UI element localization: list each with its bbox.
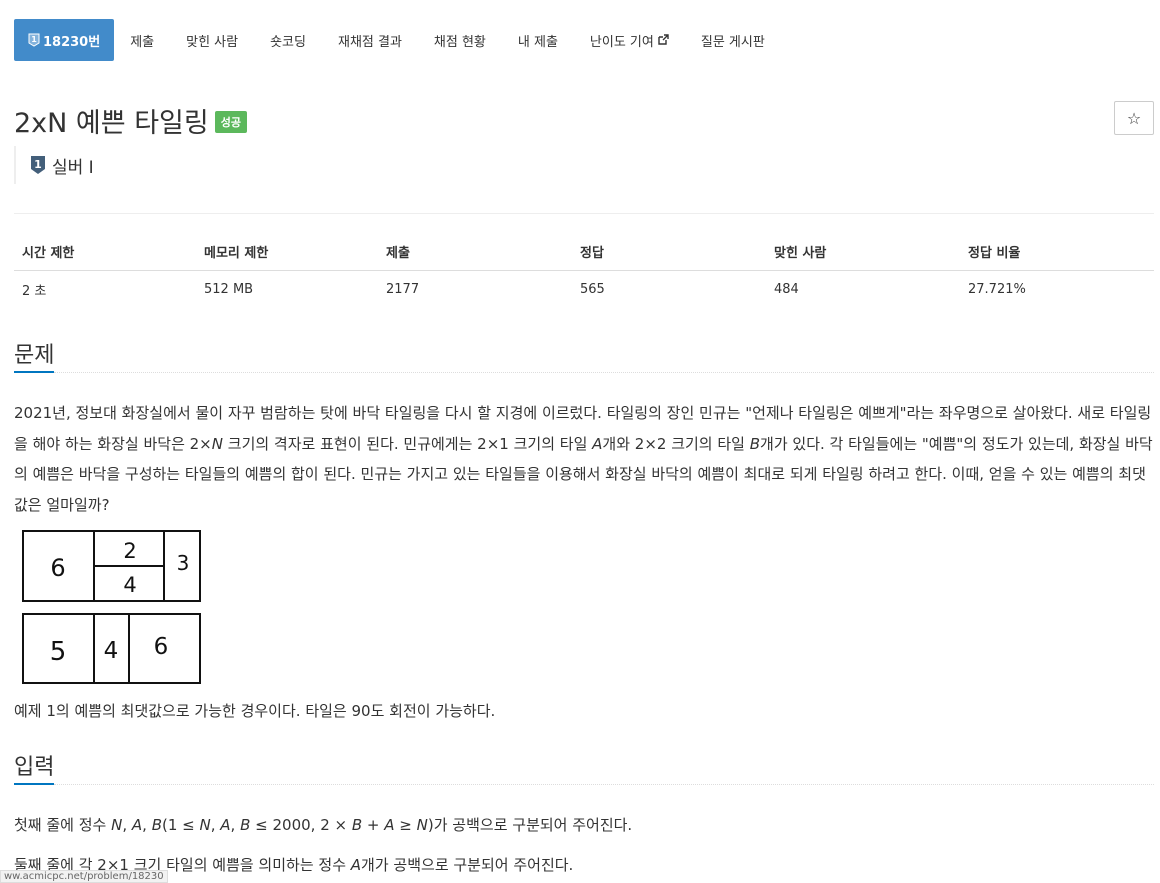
- tile-value: 3: [177, 551, 190, 575]
- table-row: 2 초 512 MB 2177 565 484 27.721%: [14, 271, 1154, 309]
- tab-solved-users[interactable]: 맞힌 사람: [170, 19, 254, 61]
- header-submissions: 제출: [378, 233, 572, 271]
- accepted-value: 565: [580, 282, 605, 297]
- problem-description: 2021년, 정보대 화장실에서 물이 자꾸 범람하는 탓에 바닥 타일링을 다…: [14, 404, 1153, 514]
- header-time-limit: 시간 제한: [14, 233, 196, 271]
- section-underline: [14, 371, 54, 373]
- tab-label: 재채점 결과: [337, 34, 402, 50]
- tab-label: 채점 현황: [433, 34, 486, 50]
- section-rule: [54, 372, 1154, 373]
- tiling-example-figure: 6 2 4 3 5 4 6: [22, 530, 201, 684]
- table-header-row: 시간 제한 메모리 제한 제출 정답 맞힌 사람 정답 비율: [14, 233, 1154, 271]
- input-line-2: 둘째 줄에 각 2×1 크기 타일의 예쁨을 의미하는 정수 A개가 공백으로 …: [14, 856, 574, 874]
- star-button[interactable]: ☆: [1114, 101, 1154, 135]
- tab-label: 질문 게시판: [700, 34, 765, 50]
- tile-value: 6: [154, 634, 169, 660]
- tab-qna-board[interactable]: 질문 게시판: [685, 19, 781, 61]
- submissions-value: 2177: [386, 282, 420, 297]
- problem-info-table: 시간 제한 메모리 제한 제출 정답 맞힌 사람 정답 비율 2 초 512 M…: [14, 233, 1154, 308]
- time-limit-value: 2 초: [22, 284, 47, 299]
- ratio-value: 27.721%: [968, 282, 1026, 297]
- tab-label: 내 제출: [517, 34, 558, 50]
- divider: [14, 213, 1154, 214]
- tile-value: 4: [104, 638, 119, 664]
- section-heading-problem: 문제: [14, 343, 55, 368]
- tab-short-coding[interactable]: 숏코딩: [254, 19, 322, 61]
- tab-label: 18230번: [43, 34, 101, 50]
- tab-problem[interactable]: 1 18230번: [14, 19, 115, 61]
- solved-users-value: 484: [774, 282, 799, 297]
- header-solved-users: 맞힌 사람: [766, 233, 960, 271]
- tab-label: 난이도 기여: [589, 34, 654, 50]
- silver-tier-icon: 1: [31, 156, 45, 174]
- tab-submit[interactable]: 제출: [114, 19, 170, 61]
- tile-value: 6: [50, 554, 65, 582]
- input-line-1: 첫째 줄에 정수 N, A, B(1 ≤ N, A, B ≤ 2000, 2 ×…: [14, 816, 633, 834]
- external-link-icon: [657, 34, 669, 46]
- tab-my-submissions[interactable]: 내 제출: [502, 19, 574, 61]
- problem-tier: 1 실버 I: [14, 146, 94, 184]
- section-underline: [14, 783, 54, 785]
- header-accepted: 정답: [572, 233, 766, 271]
- browser-status-bar: ww.acmicpc.net/problem/18230: [0, 870, 168, 883]
- star-icon: ☆: [1126, 108, 1142, 128]
- svg-text:1: 1: [34, 158, 42, 171]
- tab-rejudge[interactable]: 재채점 결과: [322, 19, 418, 61]
- tab-status[interactable]: 채점 현황: [418, 19, 502, 61]
- svg-text:1: 1: [31, 35, 37, 44]
- tab-label: 제출: [130, 34, 155, 50]
- memory-limit-value: 512 MB: [204, 282, 254, 297]
- tab-label: 맞힌 사람: [186, 34, 239, 50]
- tab-label: 숏코딩: [270, 34, 306, 50]
- header-memory-limit: 메모리 제한: [196, 233, 378, 271]
- status-badge: 성공: [214, 110, 247, 133]
- tile-value: 2: [123, 539, 136, 563]
- header-ratio: 정답 비율: [960, 233, 1154, 271]
- tab-difficulty-contribute[interactable]: 난이도 기여: [574, 19, 685, 61]
- figure-caption: 예제 1의 예쁨의 최댓값으로 가능한 경우이다. 타일은 90도 회전이 가능…: [14, 702, 496, 720]
- section-rule: [54, 784, 1154, 785]
- section-heading-input: 입력: [14, 755, 55, 780]
- problem-tabs: 1 18230번 제출 맞힌 사람 숏코딩 재채점 결과 채점 현황 내 제출 …: [14, 19, 781, 61]
- tier-label: 실버 I: [52, 157, 94, 178]
- silver-tier-icon: 1: [28, 33, 40, 47]
- page-title: 2xN 예쁜 타일링 성공: [14, 101, 247, 140]
- tile-value: 5: [50, 637, 67, 667]
- problem-title: 2xN 예쁜 타일링: [14, 108, 209, 139]
- tile-value: 4: [123, 573, 136, 597]
